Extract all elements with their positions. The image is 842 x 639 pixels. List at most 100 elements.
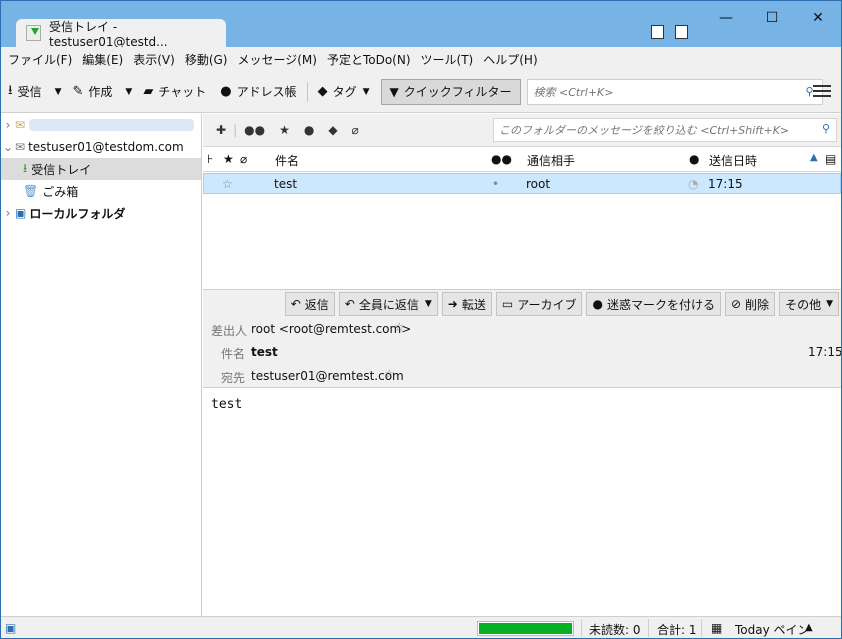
search-icon: ⚲ bbox=[821, 122, 830, 135]
to-label: 宛先 bbox=[220, 371, 245, 385]
menu-edit[interactable]: 編集(E) bbox=[77, 51, 128, 68]
separator bbox=[581, 619, 582, 637]
menu-events[interactable]: 予定とToDo(N) bbox=[322, 51, 416, 68]
message-date: 17:15 bbox=[708, 177, 743, 191]
filter-icon: ▼ bbox=[389, 84, 399, 99]
forward-button[interactable]: ➜ 転送 bbox=[441, 292, 492, 316]
tab-inbox[interactable]: 受信トレイ - testuser01@testd... bbox=[16, 19, 226, 49]
table-row[interactable]: ☆ test • root ◔ 17:15 bbox=[203, 173, 841, 194]
status-bar: ▣ 未読数: 0 合計: 1 ▦ Today ペイン ▲ bbox=[1, 616, 841, 638]
menu-go[interactable]: 移動(G) bbox=[180, 51, 233, 68]
reply-button[interactable]: ↶ 返信 bbox=[284, 292, 335, 316]
menu-view[interactable]: 表示(V) bbox=[128, 51, 180, 68]
app-menu-icon[interactable] bbox=[813, 82, 831, 100]
menu-file[interactable]: ファイル(F) bbox=[3, 51, 77, 68]
folder-filter-input[interactable]: このフォルダーのメッセージを絞り込む <Ctrl+Shift+K> ⚲ bbox=[493, 118, 837, 142]
delete-icon: ⊘ bbox=[730, 297, 742, 311]
person-icon: ● bbox=[220, 84, 232, 99]
online-status-icon[interactable]: ▣ bbox=[5, 621, 16, 635]
read-dot-icon[interactable]: • bbox=[492, 177, 499, 191]
delete-button[interactable]: ⊘ 削除 bbox=[724, 292, 776, 316]
junk-column-icon[interactable]: ● bbox=[689, 152, 699, 166]
unread-count: 未読数: 0 bbox=[589, 623, 641, 637]
total-count: 合計: 1 bbox=[657, 623, 697, 637]
close-button[interactable]: ✕ bbox=[795, 5, 841, 31]
trash-icon: 🗑 bbox=[23, 184, 39, 198]
separator bbox=[306, 81, 308, 102]
compose-dropdown[interactable]: ▼ bbox=[121, 87, 136, 97]
progress-bar bbox=[477, 621, 574, 636]
folder-trash[interactable]: 🗑 ごみ箱 bbox=[1, 180, 201, 202]
column-picker-icon[interactable]: ▤ bbox=[825, 152, 836, 166]
archive-button[interactable]: ▭ アーカイブ bbox=[495, 292, 583, 316]
calendar-icon: ▦ bbox=[711, 621, 723, 635]
quickfilter-button[interactable]: ▼ クイックフィルター bbox=[380, 78, 521, 105]
quickfilter-bar: ✚ | ●● ★ ● ◆ ⌀ このフォルダーのメッセージを絞り込む <Ctrl+… bbox=[203, 114, 841, 147]
subject-label: 件名 bbox=[220, 347, 245, 361]
download-icon: ⭳ bbox=[8, 82, 13, 98]
today-pane-toggle[interactable]: Today ペイン bbox=[735, 621, 810, 638]
inbox-icon bbox=[26, 25, 41, 41]
add-contact-star-icon[interactable]: ☆ bbox=[394, 320, 405, 334]
chevron-down-icon: ▼ bbox=[424, 299, 432, 309]
tasks-icon[interactable] bbox=[675, 25, 688, 39]
receive-dropdown[interactable]: ▼ bbox=[51, 87, 66, 97]
message-correspondent: root bbox=[526, 177, 551, 191]
column-subject[interactable]: 件名 bbox=[275, 152, 299, 169]
add-contact-star-icon[interactable]: ☆ bbox=[384, 367, 395, 381]
junk-status-icon[interactable]: ◔ bbox=[688, 177, 698, 191]
calendar-icon[interactable] bbox=[651, 25, 664, 39]
read-column-icon[interactable]: ●● bbox=[491, 152, 512, 166]
inbox-icon: ⭳ bbox=[23, 160, 28, 175]
separator bbox=[701, 619, 702, 637]
forward-icon: ➜ bbox=[447, 297, 458, 311]
star-column-icon[interactable]: ★ bbox=[223, 152, 234, 166]
message-header-pane: ↶ 返信 ↶ 全員に返信 ▼ ➜ 転送 ▭ アーカイブ ● 迷惑マークを付ける ⊘ 削除 その… bbox=[203, 290, 841, 388]
chevron-down-icon: ▼ bbox=[362, 86, 370, 97]
chevron-up-icon[interactable]: ▲ bbox=[805, 622, 813, 633]
mail-account-icon: ✉ bbox=[15, 140, 26, 154]
star-toggle-icon[interactable]: ☆ bbox=[222, 177, 233, 191]
junk-button[interactable]: ● 迷惑マークを付ける bbox=[586, 292, 721, 316]
column-date[interactable]: 送信日時 bbox=[709, 152, 757, 169]
addressbook-button[interactable]: ● アドレス帳 bbox=[213, 78, 303, 106]
from-value[interactable]: root <root@remtest.com> bbox=[251, 322, 411, 336]
reply-all-button[interactable]: ↶ 全員に返信 ▼ bbox=[338, 292, 438, 316]
chat-button[interactable]: ▰ チャット bbox=[136, 78, 213, 106]
progress-fill bbox=[479, 623, 572, 634]
compose-button[interactable]: ✎ 作成 bbox=[66, 78, 120, 106]
tag-button[interactable]: ◆ タグ ▼ bbox=[311, 78, 381, 106]
receive-button[interactable]: ⭳ 受信 bbox=[1, 78, 49, 106]
search-input[interactable]: 検索 <Ctrl+K> ⚲ bbox=[526, 78, 823, 105]
to-value[interactable]: testuser01@remtest.com bbox=[251, 369, 404, 383]
maximize-button[interactable]: ☐ bbox=[749, 5, 795, 31]
tag-icon: ◆ bbox=[317, 84, 328, 99]
menu-help[interactable]: ヘルプ(H) bbox=[478, 51, 542, 68]
column-correspondent[interactable]: 通信相手 bbox=[527, 152, 575, 169]
tag-filter-icon[interactable]: ◆ bbox=[328, 123, 337, 137]
starred-filter-icon[interactable]: ★ bbox=[279, 123, 290, 137]
message-body: test bbox=[211, 397, 243, 412]
menu-message[interactable]: メッセージ(M) bbox=[232, 51, 321, 68]
attachment-filter-icon[interactable]: ⌀ bbox=[352, 123, 359, 137]
reply-all-icon: ↶ bbox=[344, 297, 355, 311]
chat-icon: ▰ bbox=[143, 84, 154, 99]
account-hidden[interactable]: › ✉ bbox=[1, 114, 201, 136]
account-testuser01[interactable]: ⌄ ✉ testuser01@testdom.com bbox=[1, 136, 201, 158]
other-button[interactable]: その他 ▼ bbox=[779, 292, 839, 316]
subject-value: test bbox=[251, 345, 278, 359]
reply-icon: ↶ bbox=[290, 297, 301, 311]
folder-local[interactable]: › ▣ ローカルフォルダ bbox=[1, 202, 201, 224]
attachment-column-icon[interactable]: ⌀ bbox=[240, 152, 247, 166]
contact-filter-icon[interactable]: ● bbox=[304, 123, 314, 137]
folder-pane: › ✉ ⌄ ✉ testuser01@testdom.com ⭳ 受信トレイ 🗑 ごみ箱 … bbox=[1, 114, 202, 616]
from-label: 差出人 bbox=[210, 324, 247, 338]
pin-icon[interactable]: ✚ bbox=[216, 123, 226, 137]
minimize-button[interactable]: — bbox=[703, 5, 749, 31]
menu-tools[interactable]: ツール(T) bbox=[416, 51, 479, 68]
main-toolbar: ⭳ 受信 ▼ ✎ 作成 ▼ ▰ チャット ● アドレス帳 ◆ タグ ▼ ▼ クイックフィルター… bbox=[1, 71, 841, 113]
message-list-header: ⊦ ★ ⌀ 件名 ●● 通信相手 ● 送信日時 ▲ ▤ bbox=[203, 148, 841, 172]
thread-column-icon[interactable]: ⊦ bbox=[207, 152, 213, 166]
folder-inbox[interactable]: ⭳ 受信トレイ bbox=[1, 158, 201, 180]
unread-filter-icon[interactable]: ●● bbox=[244, 123, 265, 137]
